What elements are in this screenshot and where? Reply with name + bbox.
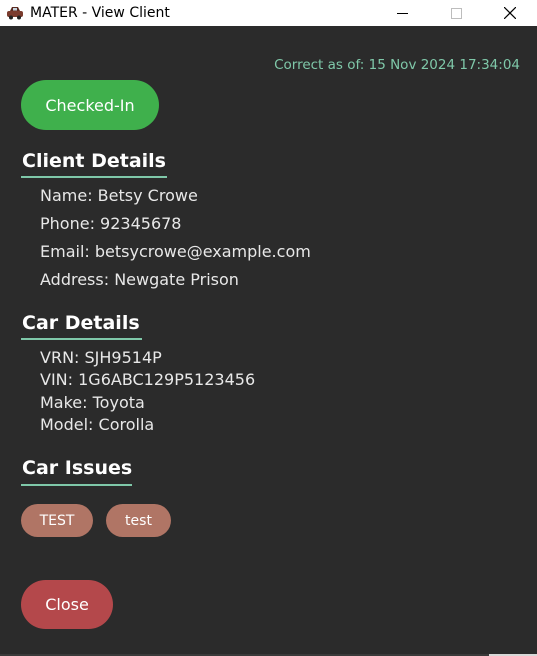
close-icon <box>504 7 516 19</box>
client-address: Address: Newgate Prison <box>40 270 239 289</box>
issue-tag: test <box>106 504 171 537</box>
checked-in-status-badge: Checked-In <box>21 80 159 130</box>
client-details-heading: Client Details <box>22 150 166 172</box>
window-title: MATER - View Client <box>30 5 170 21</box>
maximize-button <box>429 0 483 26</box>
car-vin: VIN: 1G6ABC129P5123456 <box>40 370 256 389</box>
car-issues-heading: Car Issues <box>22 457 133 479</box>
car-details-heading: Car Details <box>22 312 140 334</box>
car-make: Make: Toyota <box>40 393 145 412</box>
client-phone: Phone: 92345678 <box>40 214 182 233</box>
issue-tag: TEST <box>21 504 93 537</box>
car-issues-underline <box>21 484 132 486</box>
last-updated-timestamp: Correct as of: 15 Nov 2024 17:34:04 <box>274 57 520 73</box>
minimize-icon <box>396 12 408 14</box>
title-bar: MATER - View Client <box>0 0 537 26</box>
car-model: Model: Corolla <box>40 415 155 434</box>
car-details-underline <box>21 338 142 340</box>
client-details-underline <box>21 176 167 178</box>
minimize-button[interactable] <box>375 0 429 26</box>
client-name: Name: Betsy Crowe <box>40 186 198 205</box>
car-app-icon <box>6 4 24 22</box>
maximize-icon <box>450 7 462 19</box>
close-button[interactable]: Close <box>21 580 113 629</box>
window-controls <box>375 0 537 26</box>
client-email: Email: betsycrowe@example.com <box>40 242 311 261</box>
close-window-button[interactable] <box>483 0 537 26</box>
car-vrn: VRN: SJH9514P <box>40 348 162 367</box>
